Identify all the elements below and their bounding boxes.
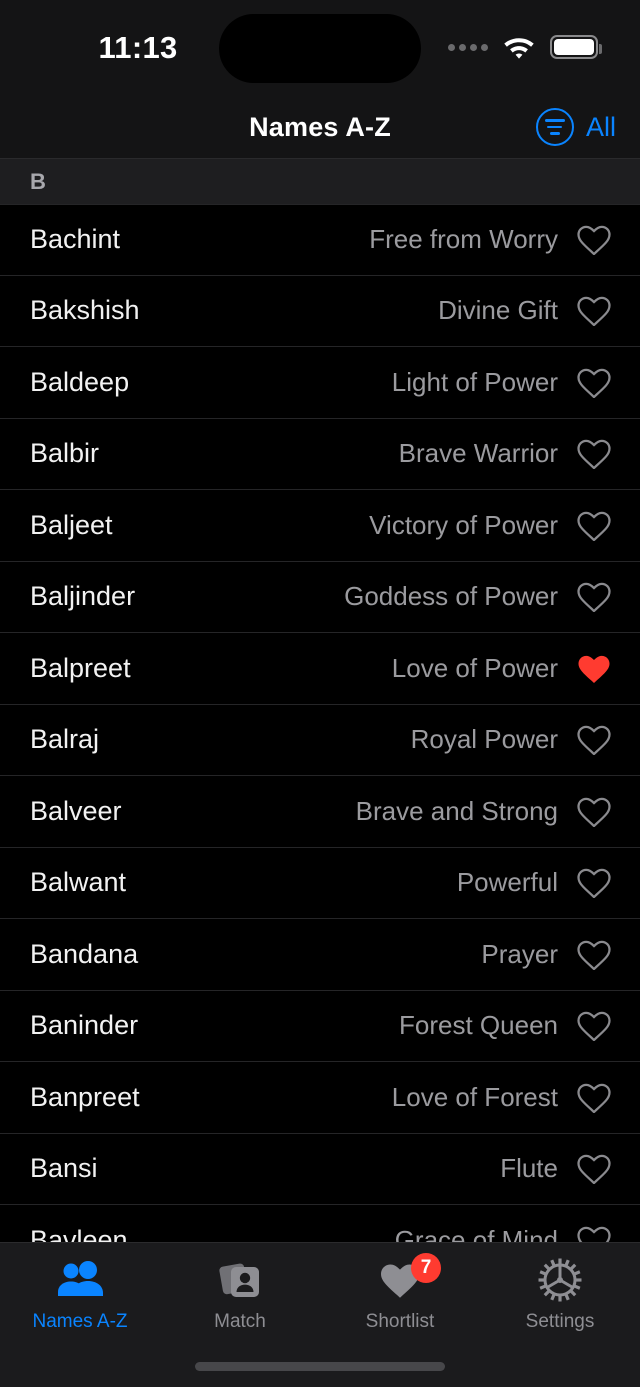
- name-label: Bandana: [30, 938, 139, 969]
- status-time: 11:13: [98, 30, 178, 65]
- heart-outline-icon[interactable]: [576, 436, 612, 472]
- table-row[interactable]: Baninder Forest Queen: [0, 990, 640, 1062]
- table-row[interactable]: Bansi Flute: [0, 1133, 640, 1205]
- table-row[interactable]: Balraj Royal Power: [0, 704, 640, 776]
- table-row[interactable]: Baljinder Goddess of Power: [0, 561, 640, 633]
- name-label: Banpreet: [30, 1081, 140, 1112]
- name-label: Balraj: [30, 724, 100, 755]
- heart-outline-icon[interactable]: [576, 579, 612, 615]
- table-row[interactable]: Baldeep Light of Power: [0, 347, 640, 419]
- heart-filled-icon[interactable]: [576, 650, 612, 686]
- nav-right-actions: All: [535, 108, 616, 146]
- dynamic-island: [219, 14, 421, 83]
- meaning-label: Love of Forest: [391, 1081, 558, 1112]
- table-row[interactable]: Banpreet Love of Forest: [0, 1062, 640, 1134]
- meaning-label: Powerful: [456, 867, 558, 898]
- tab-match[interactable]: Match: [160, 1257, 320, 1357]
- name-label: Baljeet: [30, 509, 113, 540]
- tab-label: Names A-Z: [32, 1311, 128, 1332]
- status-indicators: [448, 34, 602, 60]
- badge-count: 7: [411, 1253, 441, 1283]
- tab-shortlist[interactable]: 7 Shortlist: [320, 1253, 480, 1357]
- name-label: Balbir: [30, 438, 100, 469]
- tab-label: Shortlist: [365, 1311, 435, 1332]
- meaning-label: Royal Power: [410, 724, 558, 755]
- heart-outline-icon[interactable]: [576, 793, 612, 829]
- tab-names-a-z[interactable]: Names A-Z: [0, 1257, 160, 1357]
- table-row[interactable]: Balpreet Love of Power: [0, 633, 640, 705]
- table-row[interactable]: Balwant Powerful: [0, 847, 640, 919]
- table-row[interactable]: Balbir Brave Warrior: [0, 418, 640, 490]
- heart-outline-icon[interactable]: [576, 293, 612, 329]
- name-label: Baninder: [30, 1010, 139, 1041]
- heart-outline-icon[interactable]: [576, 936, 612, 972]
- meaning-label: Love of Power: [391, 652, 558, 683]
- filter-all-button[interactable]: All: [586, 112, 616, 143]
- heart-outline-icon[interactable]: [576, 364, 612, 400]
- table-row[interactable]: Bandana Prayer: [0, 919, 640, 991]
- name-label: Bakshish: [30, 295, 140, 326]
- meaning-label: Light of Power: [391, 366, 558, 397]
- page-title: Names A-Z: [249, 111, 391, 142]
- cellular-dots-icon: [448, 43, 488, 51]
- name-label: Bachint: [30, 224, 121, 255]
- card-stack-person-icon: [217, 1257, 263, 1303]
- meaning-label: Free from Worry: [369, 224, 558, 255]
- filter-lines-circle-icon[interactable]: [535, 108, 574, 146]
- table-row[interactable]: Bachint Free from Worry: [0, 204, 640, 276]
- tab-bar: Names A-Z Match 7 Shortlist Settings: [0, 1242, 640, 1387]
- meaning-label: Brave Warrior: [398, 438, 558, 469]
- meaning-label: Victory of Power: [369, 509, 558, 540]
- meaning-label: Divine Gift: [438, 295, 558, 326]
- heart-outline-icon[interactable]: [576, 722, 612, 758]
- meaning-label: Flute: [500, 1153, 558, 1184]
- names-list[interactable]: Bachint Free from Worry Bakshish Divine Gif…: [0, 204, 640, 1387]
- heart-filled-icon: 7: [379, 1253, 441, 1303]
- heart-outline-icon[interactable]: [576, 1151, 612, 1187]
- name-label: Balwant: [30, 867, 127, 898]
- name-label: Baldeep: [30, 366, 130, 397]
- meaning-label: Brave and Strong: [355, 795, 558, 826]
- name-label: Balveer: [30, 795, 122, 826]
- tab-settings[interactable]: Settings: [480, 1257, 640, 1357]
- battery-full-icon: [550, 35, 602, 59]
- tab-label: Match: [214, 1311, 266, 1332]
- gear-icon: [538, 1257, 582, 1303]
- table-row[interactable]: Baljeet Victory of Power: [0, 490, 640, 562]
- table-row[interactable]: Bakshish Divine Gift: [0, 275, 640, 347]
- status-bar: 11:13: [0, 0, 640, 96]
- two-people-icon: [57, 1257, 103, 1303]
- name-label: Bansi: [30, 1153, 98, 1184]
- section-header: B: [0, 158, 640, 204]
- meaning-label: Prayer: [481, 938, 558, 969]
- heart-outline-icon[interactable]: [576, 222, 612, 258]
- meaning-label: Goddess of Power: [344, 581, 558, 612]
- tab-label: Settings: [525, 1311, 595, 1332]
- table-row[interactable]: Balveer Brave and Strong: [0, 776, 640, 848]
- wifi-icon: [504, 38, 534, 59]
- section-header-label: B: [30, 168, 46, 194]
- heart-outline-icon[interactable]: [576, 865, 612, 901]
- name-label: Baljinder: [30, 581, 136, 612]
- heart-outline-icon[interactable]: [576, 1008, 612, 1044]
- name-label: Balpreet: [30, 652, 131, 683]
- app-screen: 11:13 Names A-Z All B Bachint Free from …: [0, 0, 640, 1387]
- heart-outline-icon[interactable]: [576, 507, 612, 543]
- heart-outline-icon[interactable]: [576, 1079, 612, 1115]
- navigation-bar: Names A-Z All: [0, 96, 640, 158]
- meaning-label: Forest Queen: [399, 1010, 558, 1041]
- home-indicator: [195, 1362, 445, 1371]
